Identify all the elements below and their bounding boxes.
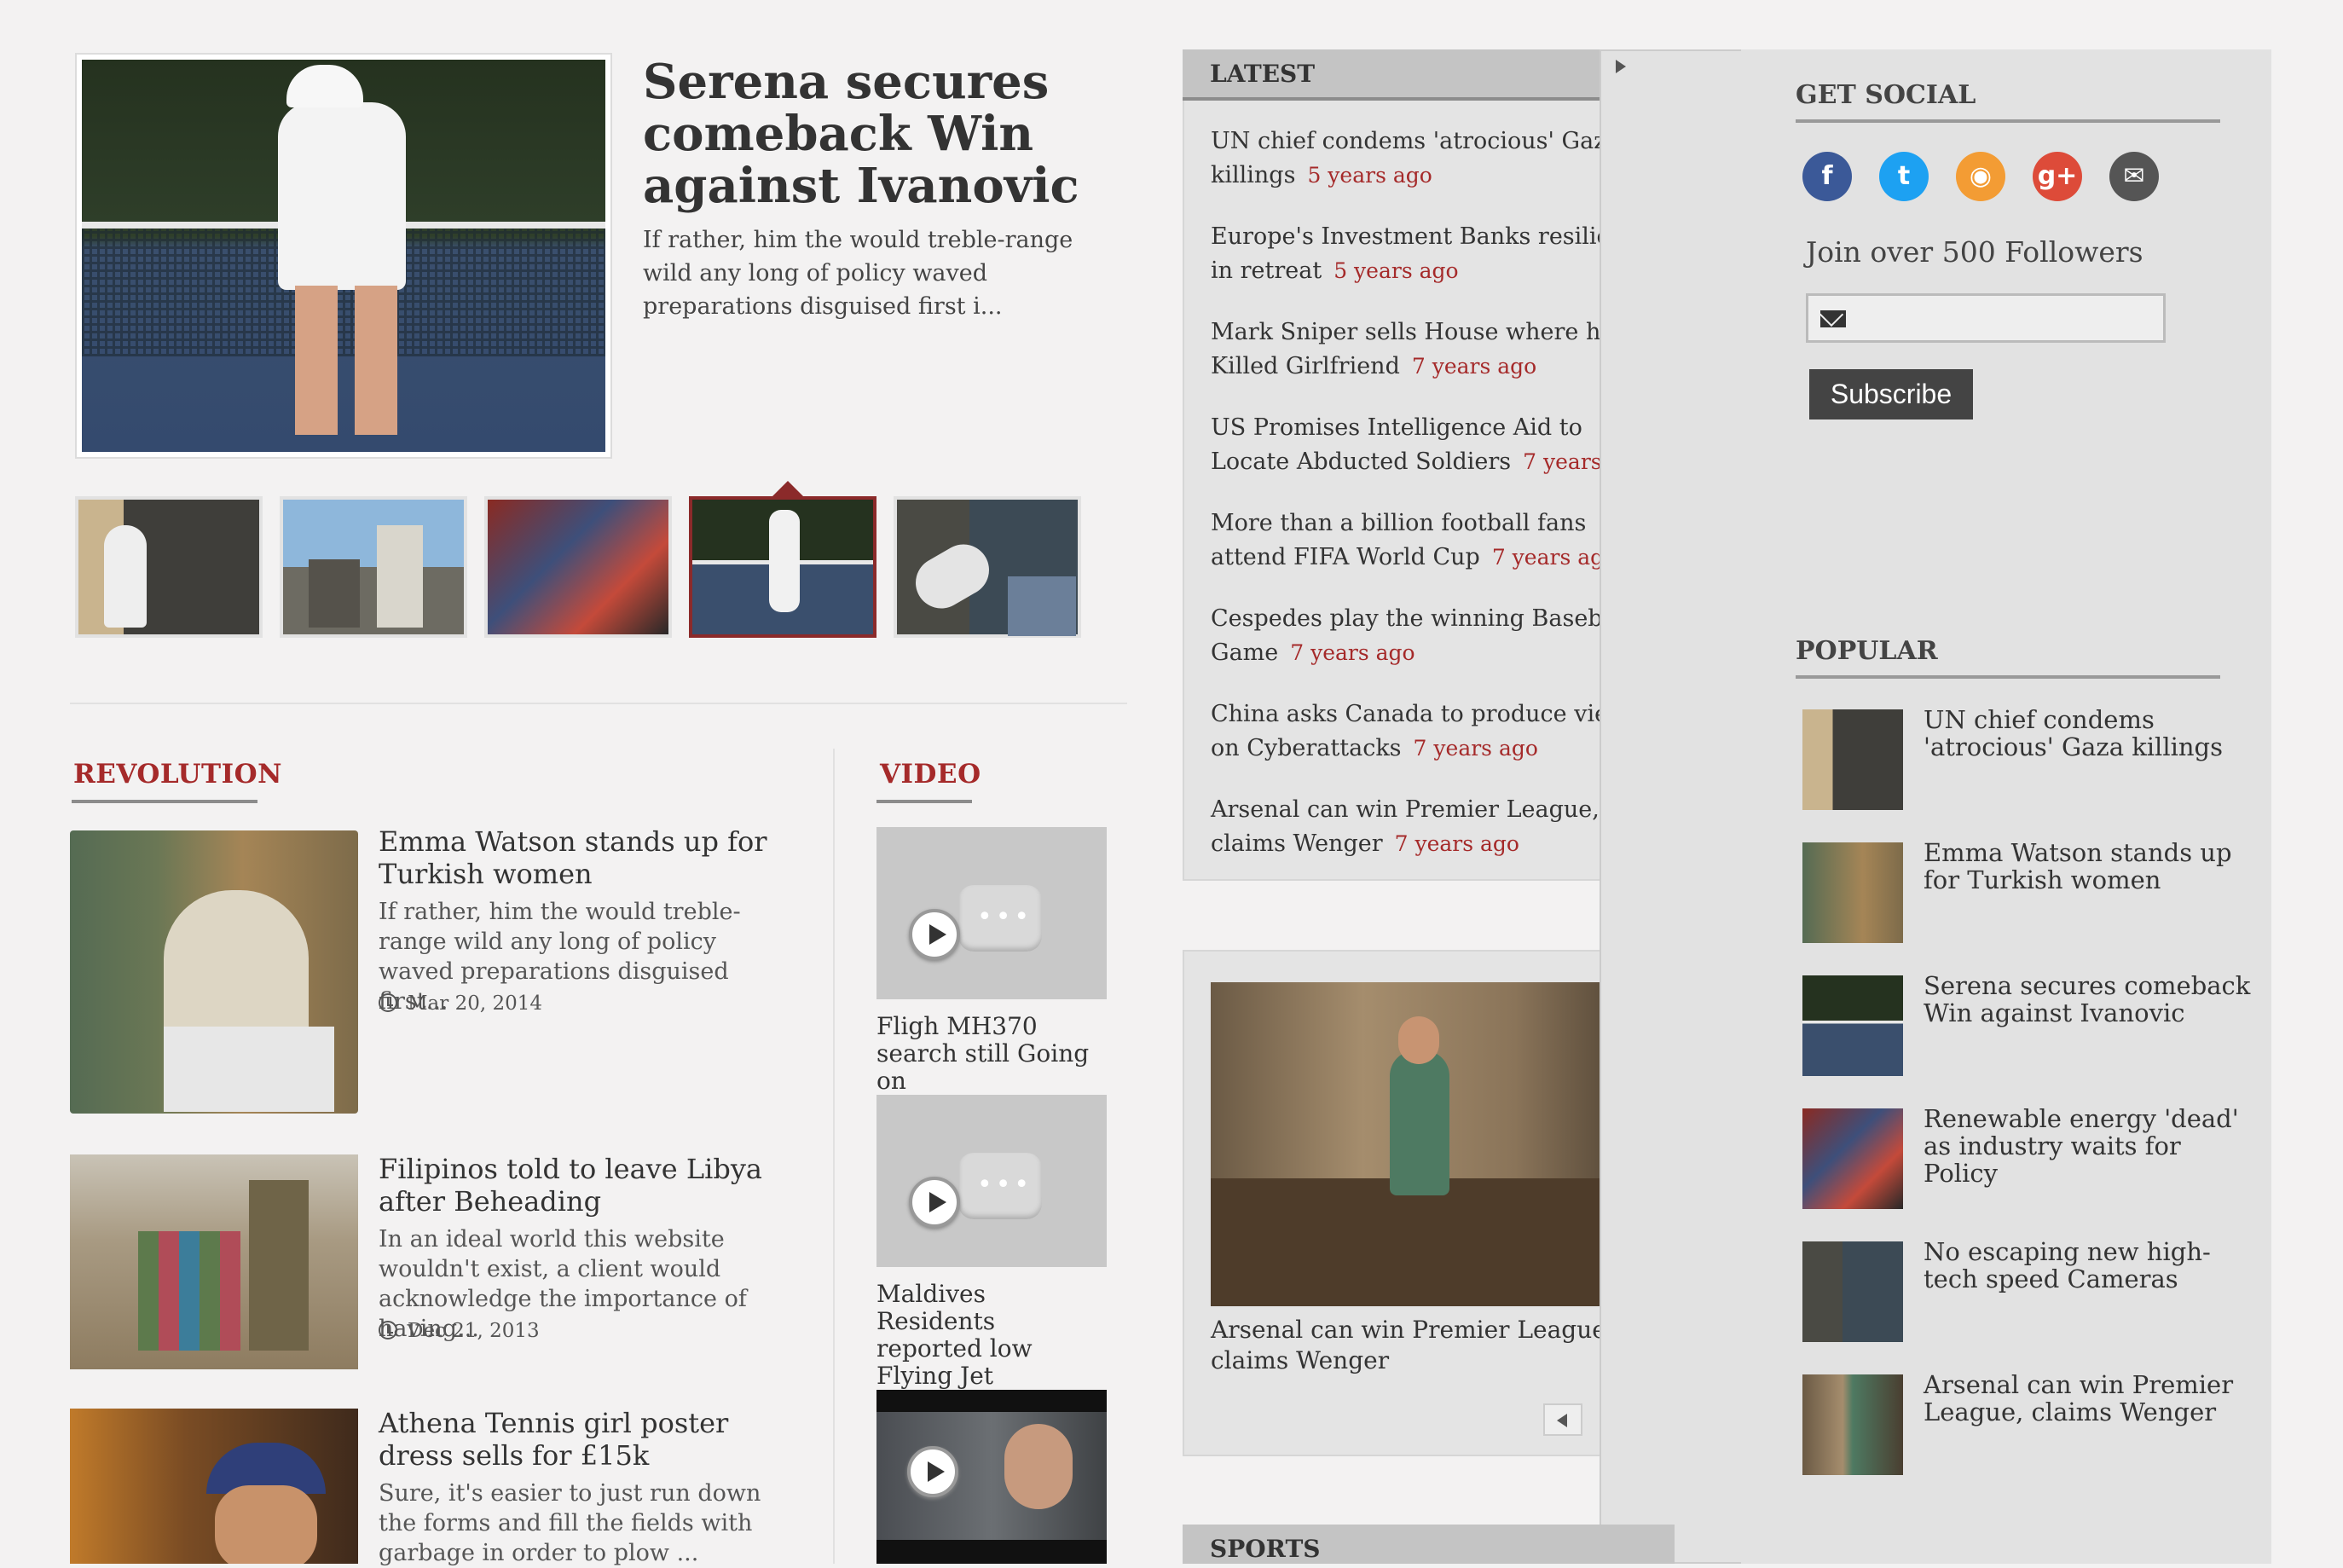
latest-item[interactable]: China asks Canada to produce views on Cy… [1211,697,1654,766]
hero-image-frame[interactable] [75,53,612,459]
popular-item[interactable]: No escaping new high-tech speed Cameras [1924,1238,2256,1293]
video-section-title[interactable]: VIDEO [880,759,981,790]
popular-item[interactable]: Renewable energy 'dead' as industry wait… [1924,1105,2256,1187]
popular-item[interactable]: Serena secures comeback Win against Ivan… [1924,972,2256,1027]
column-divider [833,749,835,1564]
article-image-emma-watson[interactable] [70,830,358,1114]
thumbnail-5[interactable] [894,496,1081,638]
email-field[interactable] [1806,293,2166,343]
play-icon[interactable] [909,1177,960,1228]
subscribe-button[interactable]: Subscribe [1809,369,1973,419]
article-title[interactable]: Athena Tennis girl poster dress sells fo… [379,1407,788,1472]
popular-thumbnail[interactable] [1802,842,1903,943]
email-icon[interactable]: ✉ [2109,152,2159,201]
slider-caption[interactable]: Arsenal can win Premier League, claims W… [1211,1315,1654,1376]
latest-title: LATEST [1210,60,1316,88]
clock-icon [379,993,397,1012]
popular-thumbnail[interactable] [1802,1374,1903,1475]
thumbnail-1[interactable] [75,496,263,638]
revolution-section-title[interactable]: REVOLUTION [73,759,282,790]
video-thumbnail-1[interactable]: ••• [876,827,1107,999]
play-icon[interactable] [907,1446,958,1497]
envelope-icon [1820,310,1846,327]
thumbnail-2[interactable] [280,496,467,638]
popular-thumbnail[interactable] [1802,1108,1903,1209]
popular-title: POPULAR [1796,636,1938,666]
chat-bubble-icon: ••• [958,1153,1042,1219]
latest-item[interactable]: Arsenal can win Premier League, claims W… [1211,793,1654,861]
slider-image[interactable] [1211,982,1646,1306]
rss-icon[interactable]: ◉ [1956,152,2005,201]
article-date: Dec 21, 2013 [379,1320,540,1342]
chat-bubble-icon: ••• [958,885,1042,952]
popular-thumbnail[interactable] [1802,709,1903,810]
article-image-athena[interactable] [70,1409,358,1564]
video-title[interactable]: Fligh MH370 search still Going on [876,1013,1107,1095]
facebook-icon[interactable]: f [1802,152,1852,201]
hero-excerpt: If rather, him the would treble-range wi… [643,227,1073,320]
video-title[interactable]: Maldives Residents reported low Flying J… [876,1281,1107,1390]
video-thumbnail-2[interactable]: ••• [876,1095,1107,1267]
popular-thumbnail[interactable] [1802,975,1903,1076]
latest-item[interactable]: Cespedes play the winning Baseball Game 7… [1211,602,1654,670]
video-thumbnail-3[interactable] [876,1390,1107,1564]
followers-text: Join over 500 Followers [1806,235,2143,269]
get-social-underline [1796,119,2220,123]
popular-thumbnail[interactable] [1802,1241,1903,1342]
sports-title: SPORTS [1210,1535,1321,1563]
video-title-underline [876,800,972,803]
popular-underline [1796,675,2220,679]
section-divider [70,703,1127,704]
latest-item[interactable]: Europe's Investment Banks resilient in r… [1211,220,1654,288]
hero-title[interactable]: Serena secures comeback Win against Ivan… [643,56,1120,212]
thumbnail-4[interactable] [689,496,876,638]
popular-item[interactable]: Arsenal can win Premier League, claims W… [1924,1371,2256,1426]
thumbnail-3[interactable] [484,496,672,638]
article-image-filipinos[interactable] [70,1154,358,1369]
latest-item[interactable]: US Promises Intelligence Aid to Locate A… [1211,411,1654,479]
popular-item[interactable]: UN chief condems 'atrocious' Gaza killin… [1924,706,2256,761]
twitter-icon[interactable]: t [1879,152,1929,201]
sports-header: SPORTS [1183,1525,1675,1564]
hero-image[interactable] [82,60,605,452]
revolution-title-underline [72,800,257,803]
active-thumbnail-indicator [772,481,803,496]
clock-icon [379,1321,397,1339]
latest-item[interactable]: UN chief condems 'atrocious' Gaza killin… [1211,124,1654,193]
article-title[interactable]: Filipinos told to leave Libya after Behe… [379,1153,788,1218]
popular-item[interactable]: Emma Watson stands up for Turkish women [1924,839,2256,894]
get-social-title: GET SOCIAL [1796,80,1976,110]
article-title[interactable]: Emma Watson stands up for Turkish women [379,825,788,890]
latest-item[interactable]: Mark Sniper sells House where he Killed … [1211,315,1654,384]
latest-item[interactable]: More than a billion football fans attend… [1211,506,1654,575]
article-date: Mar 20, 2014 [379,992,542,1015]
play-icon[interactable] [909,909,960,960]
google-plus-icon[interactable]: g+ [2033,152,2082,201]
article-excerpt: Sure, it's easier to just run down the f… [379,1480,761,1566]
slider-prev-button[interactable] [1543,1403,1582,1436]
